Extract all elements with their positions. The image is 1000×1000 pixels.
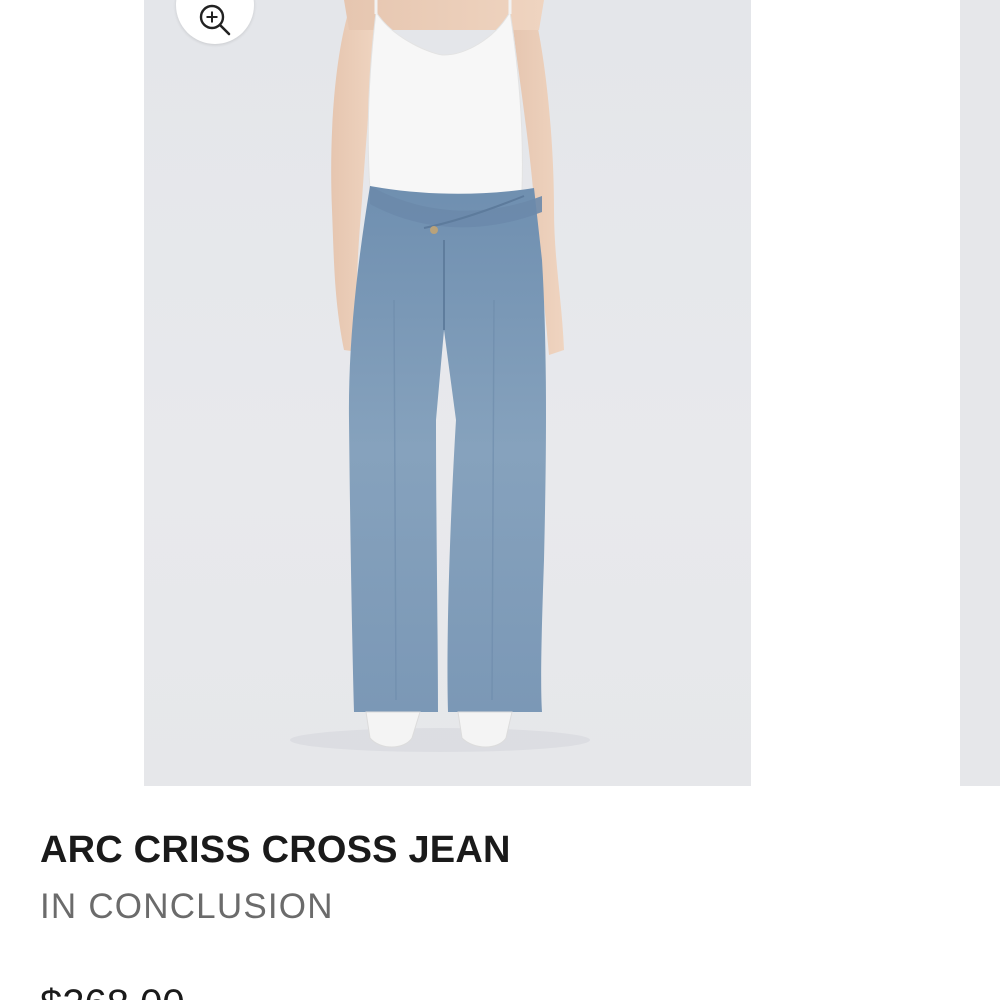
product-image[interactable] bbox=[144, 0, 751, 786]
image-gallery[interactable] bbox=[0, 0, 1000, 786]
product-price: $268.00 bbox=[40, 980, 185, 1000]
product-page: ARC CRISS CROSS JEAN IN CONCLUSION $268.… bbox=[0, 0, 1000, 1000]
product-info: ARC CRISS CROSS JEAN IN CONCLUSION bbox=[40, 826, 960, 928]
next-product-image-peek[interactable] bbox=[960, 0, 1000, 786]
brand-name[interactable]: IN CONCLUSION bbox=[40, 886, 960, 928]
zoom-in-icon bbox=[199, 4, 231, 36]
product-title: ARC CRISS CROSS JEAN bbox=[40, 829, 511, 871]
model-illustration bbox=[290, 0, 590, 752]
